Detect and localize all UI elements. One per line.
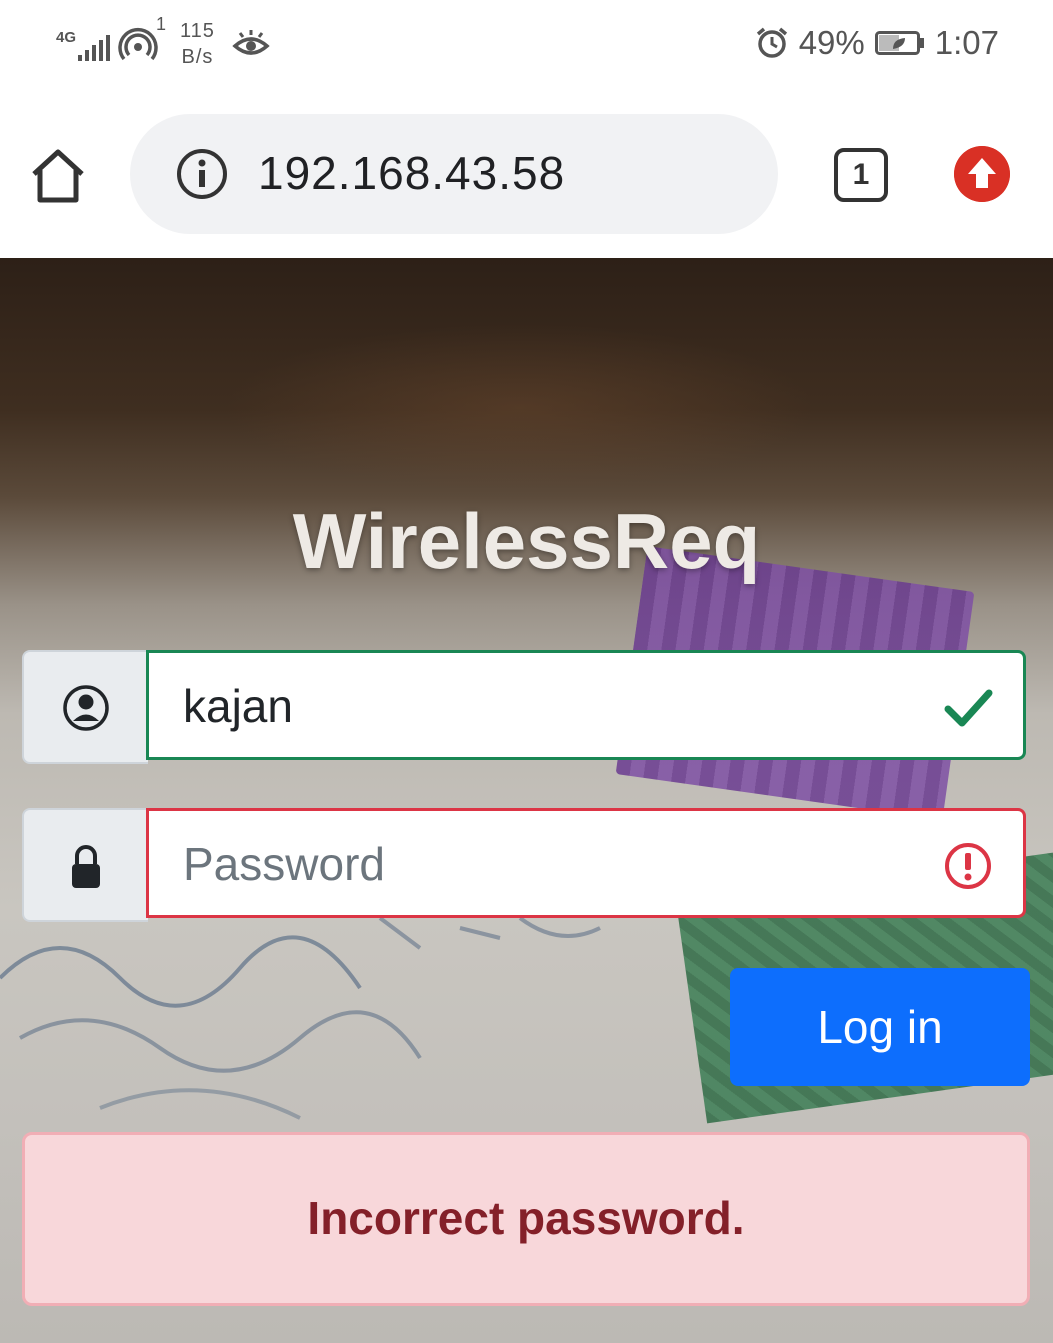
person-circle-icon <box>63 685 109 731</box>
alarm-icon <box>756 27 787 58</box>
username-field[interactable] <box>146 650 1026 760</box>
battery-icon <box>874 31 924 55</box>
speed-unit: B/s <box>181 46 214 68</box>
username-group <box>22 650 1030 764</box>
lock-icon <box>72 845 100 888</box>
network-type: 4G <box>56 29 77 46</box>
password-group <box>22 808 1030 922</box>
home-icon[interactable] <box>28 146 88 206</box>
browser-toolbar: 192.168.43.58 1 <box>0 90 1053 258</box>
eye-comfort-icon <box>232 30 270 55</box>
app-title: WirelessReq <box>292 497 761 585</box>
clock: 1:07 <box>934 24 999 61</box>
checkmark-icon <box>944 689 993 727</box>
username-prefix <box>22 650 148 764</box>
info-icon[interactable] <box>176 148 228 200</box>
login-page: WirelessReq kajan Log in Incorrect passw… <box>0 258 1053 1343</box>
status-bar: 4G 1 115 B/s 49% 1:07 <box>0 0 1053 90</box>
password-prefix <box>22 808 148 922</box>
hotspot-icon <box>118 28 158 61</box>
password-input[interactable] <box>183 829 903 899</box>
exclamation-circle-icon <box>945 843 991 889</box>
tab-switcher-button[interactable]: 1 <box>834 148 888 202</box>
battery-percent: 49% <box>798 24 865 61</box>
status-left: 4G <box>56 20 158 70</box>
signal-icon: 4G <box>56 25 112 65</box>
username-input[interactable] <box>183 671 903 741</box>
error-alert: Incorrect password. <box>22 1132 1030 1306</box>
login-button[interactable]: Log in <box>730 968 1030 1086</box>
speed-value: 115 <box>180 20 215 42</box>
status-right: 49% 1:07 <box>755 24 999 62</box>
password-field[interactable] <box>146 808 1026 918</box>
error-message: Incorrect password. <box>307 1192 745 1244</box>
hotspot-count: 1 <box>156 14 167 34</box>
network-speed: 115 B/s <box>180 18 215 70</box>
update-arrow-icon[interactable] <box>954 146 1010 202</box>
address-bar[interactable]: 192.168.43.58 <box>130 114 778 234</box>
url-text[interactable]: 192.168.43.58 <box>258 146 565 200</box>
